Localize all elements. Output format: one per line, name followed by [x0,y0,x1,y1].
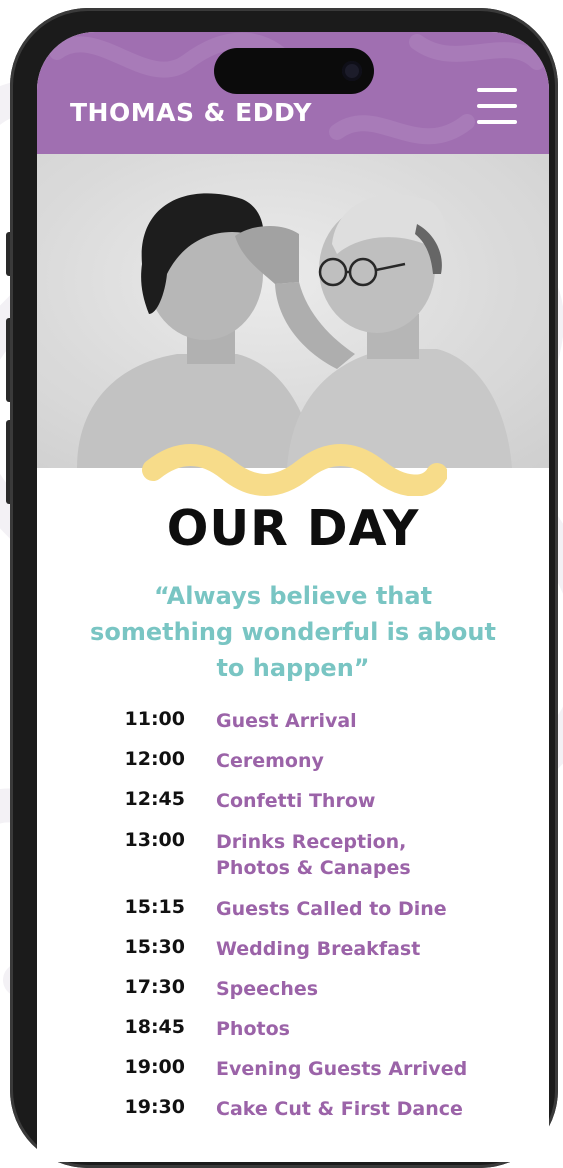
schedule-event: Wedding Breakfast [216,938,421,960]
menu-line [477,88,517,92]
section-quote: “Always believe that something wonderful… [90,582,496,682]
schedule-event: Guests Called to Dine [216,898,447,920]
schedule-event: Ceremony [216,750,324,772]
hero-photo [37,154,549,468]
schedule-event: Speeches [216,978,319,1000]
schedule-time: 15:30 [124,936,185,958]
schedule-time: 19:30 [124,1096,185,1118]
phone-screen: THOMAS & EDDY OUR DAY “Always believe th… [37,32,549,1162]
schedule-time: 15:15 [124,896,185,918]
hamburger-menu-icon[interactable] [477,88,519,128]
schedule-time: 18:45 [124,1016,185,1038]
decorative-wave [142,444,447,496]
schedule-event: Evening Guests Arrived [216,1058,468,1080]
schedule-time: 13:00 [124,829,185,851]
front-camera [342,61,362,81]
site-brand[interactable]: THOMAS & EDDY [70,98,312,127]
schedule-time: 11:00 [124,708,185,730]
schedule-event: Photos [216,1018,290,1040]
schedule-time: 17:30 [124,976,185,998]
menu-line [477,120,517,124]
dynamic-island [214,48,374,94]
schedule-event: Drinks Reception, Photos & Canapes [216,831,411,879]
schedule-event: Cake Cut & First Dance [216,1098,463,1120]
schedule-time: 12:00 [124,748,185,770]
section-title: OUR DAY [166,500,420,557]
schedule-event: Guest Arrival [216,710,357,732]
couple-photo [37,154,549,468]
schedule-time: 12:45 [124,788,185,810]
schedule-time: 19:00 [124,1056,185,1078]
menu-line [477,104,517,108]
schedule-event: Confetti Throw [216,790,376,812]
site-header: THOMAS & EDDY [37,32,549,154]
